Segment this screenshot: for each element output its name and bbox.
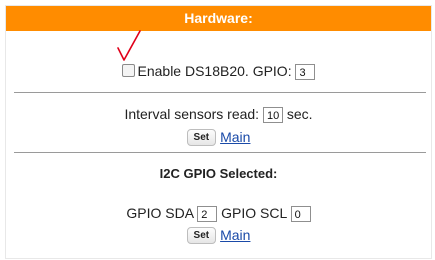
red-check-annotation-icon — [117, 30, 141, 61]
